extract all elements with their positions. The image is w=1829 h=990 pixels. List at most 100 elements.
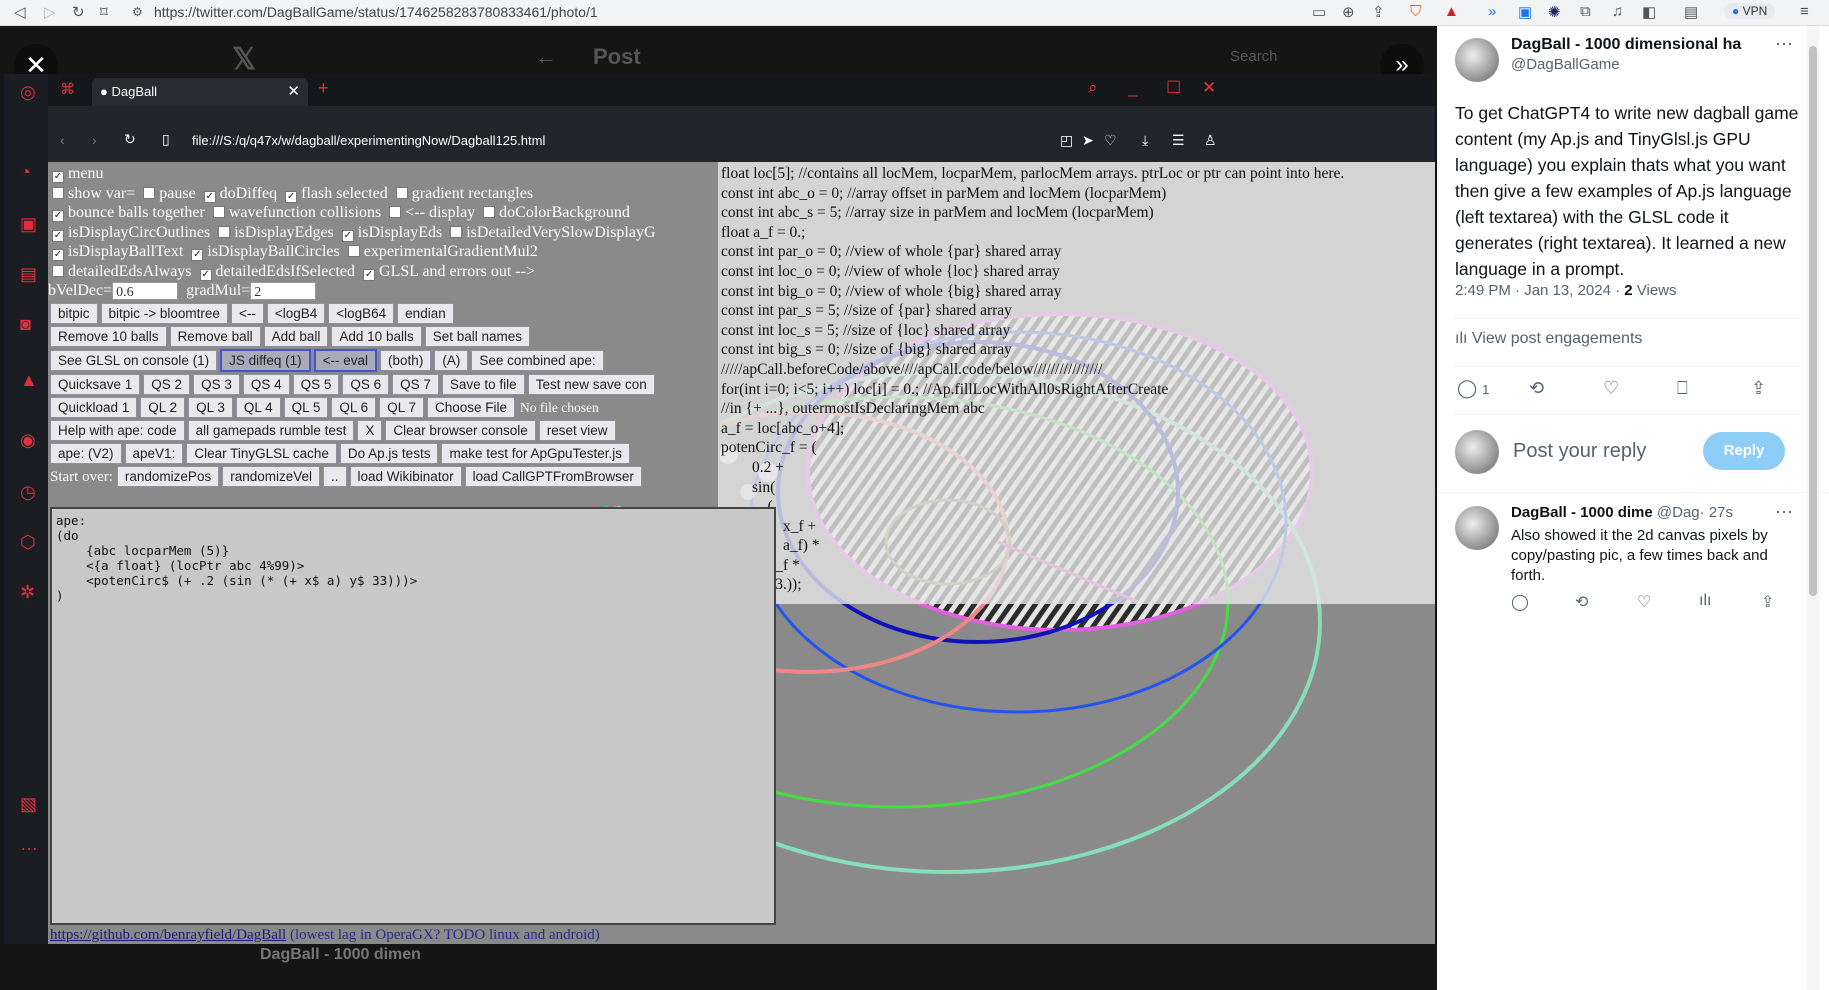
control-button[interactable]: bitpic -> bloomtree [100,303,228,325]
checkbox-option[interactable]: ✓ isDisplayBallCircles [191,242,340,262]
checkbox-option[interactable]: ✓ isDisplayBallText [52,242,183,262]
share-tweet-icon[interactable]: ⇪ [1751,378,1766,399]
rewards-icon[interactable]: ▲ [1444,3,1459,20]
control-button[interactable]: bitpic [50,303,98,325]
checkbox-option[interactable]: experimentalGradientMul2 [347,242,538,262]
control-button[interactable]: load CallGPTFromBrowser [464,466,642,488]
opera-logo-icon[interactable]: ◎ [20,82,36,103]
author-handle[interactable]: @DagBallGame [1511,56,1620,74]
control-button[interactable]: Do Ap.js tests [339,443,439,465]
control-button[interactable]: X [357,420,383,442]
extension-icon[interactable]: » [1488,3,1496,20]
reply-reply-icon[interactable]: ◯ [1511,592,1529,612]
control-button[interactable]: <-- [230,303,264,325]
reply-author-name[interactable]: DagBall - 1000 dime [1511,504,1653,521]
checked-box-icon[interactable]: ✓ [363,268,376,281]
control-button[interactable]: endian [397,303,454,325]
heart-icon[interactable]: ♡ [1104,132,1117,149]
unchecked-box-icon[interactable] [218,225,231,238]
control-button[interactable]: Quicksave 1 [50,374,141,396]
checkbox-option[interactable]: <-- display [389,203,475,223]
player-icon[interactable]: ◉ [20,430,36,451]
cube-icon[interactable]: ⬡ [20,532,36,553]
control-button[interactable]: randomizePos [116,466,220,488]
control-button[interactable]: <-- eval [313,349,378,373]
back-icon[interactable]: ◁ [14,3,26,21]
url-bar[interactable]: https://twitter.com/DagBallGame/status/1… [154,4,598,20]
reply-share-icon[interactable]: ⇪ [1761,592,1774,612]
reply-author-avatar[interactable] [1455,506,1499,555]
twitch-icon[interactable]: ▤ [20,264,37,285]
control-button[interactable]: QS 3 [193,374,240,396]
checkbox-option[interactable]: doColorBackground [483,203,630,223]
checkbox-option[interactable]: ✓ bounce balls together [52,203,205,223]
checkbox-option[interactable]: pause [143,184,196,204]
reply-retweet-icon[interactable]: ⟲ [1575,592,1588,612]
reply-action[interactable]: ◯ 1 [1457,378,1489,399]
opera-reload-icon[interactable]: ↻ [124,131,136,148]
ape-code-textarea[interactable]: ape: (do {abc locparMem (5)} <{a float} … [50,507,776,925]
reply-like-icon[interactable]: ♡ [1637,592,1651,612]
scrollbar[interactable] [1807,26,1819,990]
checkbox-option[interactable]: isDetailedVerySlowDisplayG [450,223,656,243]
checkbox-option[interactable]: gradient rectangles [395,184,533,204]
brave-shield-icon[interactable]: ⛉ [1410,3,1421,20]
control-button[interactable]: <logB64 [328,303,395,325]
control-button[interactable]: Clear TinyGLSL cache [186,443,337,465]
control-button[interactable]: Help with ape: code [50,420,185,442]
retweet-icon[interactable]: ⟲ [1529,378,1544,399]
unchecked-box-icon[interactable] [450,225,463,238]
checked-box-icon[interactable]: ✓ [199,268,212,281]
control-button[interactable]: JS diffeq (1) [220,349,311,373]
checkbox-option[interactable]: isDisplayEdges [218,223,334,243]
bookmark-tweet-icon[interactable]: ⎕ [1677,378,1688,399]
gamepad-icon[interactable]: ⌘ [60,80,75,98]
messenger-icon[interactable]: ◙ [20,314,31,335]
glsl-output-textarea[interactable]: float loc[5]; //contains all locMem, loc… [718,162,1435,604]
puzzle-icon[interactable]: ⧉ [1580,3,1591,20]
zoom-icon[interactable]: ⊕ [1342,3,1355,21]
control-button[interactable]: Set ball names [424,326,531,348]
more-icon[interactable]: … [20,834,38,855]
profile-icon[interactable]: ♙ [1204,132,1217,149]
settings-icon[interactable]: ✲ [20,582,35,603]
control-button[interactable]: Clear browser console [385,420,536,442]
bveldec-input[interactable]: 0.6 [112,282,179,301]
control-button[interactable]: Add ball [263,326,329,348]
search-label[interactable]: Search [1230,48,1278,65]
checkbox-option[interactable]: ✓ flash selected [285,184,388,204]
sidebar-icon[interactable]: ◧ [1642,3,1656,21]
unchecked-box-icon[interactable] [143,186,156,199]
vpn-badge[interactable]: ● VPN [1724,3,1776,19]
unchecked-box-icon[interactable] [483,206,496,218]
bag-icon[interactable]: ▣ [20,214,37,235]
checked-box-icon[interactable]: ✓ [203,190,216,203]
checked-box-icon[interactable]: ✓ [52,229,64,242]
share-icon[interactable]: ⇪ [1372,3,1385,21]
checked-box-icon[interactable]: ✓ [52,171,64,183]
gx-icon[interactable]: ▲ [20,370,38,391]
reply-input[interactable]: Post your reply [1513,440,1646,463]
minimize-icon[interactable]: _ [1128,78,1137,98]
music-icon[interactable]: ♫ [1612,3,1623,20]
checkbox-option[interactable]: ✓ menu [52,164,104,184]
control-button[interactable]: (A) [434,350,469,372]
control-button[interactable]: Save to file [441,374,525,396]
unchecked-box-icon[interactable] [212,206,225,218]
checkbox-option[interactable]: wavefunction collisions [212,203,381,223]
wallet-icon[interactable]: ▤ [1684,3,1698,21]
control-button[interactable]: QS 6 [342,374,390,396]
checkbox-option[interactable]: ✓ doDiffeq [203,184,277,204]
gradmul-input[interactable]: 2 [250,282,317,301]
reply-button[interactable]: Reply [1703,432,1785,470]
engagements-link[interactable]: ılı View post engagements [1455,330,1642,348]
cast-icon[interactable]: ▭ [1312,3,1326,21]
author-avatar[interactable] [1455,38,1499,87]
window-close-icon[interactable]: ✕ [1202,78,1216,98]
reload-icon[interactable]: ↻ [72,3,85,21]
forward-icon[interactable]: ▷ [44,3,56,21]
unchecked-box-icon[interactable] [52,264,64,277]
reply-time[interactable]: · 27s [1700,504,1733,521]
tab-dagball[interactable]: ● DagBall ✕ [92,78,308,106]
control-button[interactable]: load Wikibinator [349,466,462,488]
